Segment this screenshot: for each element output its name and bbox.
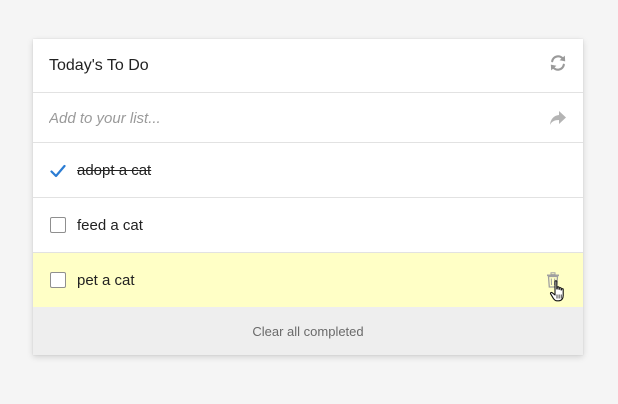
checkmark-icon[interactable] bbox=[50, 163, 66, 179]
clear-completed-button[interactable]: Clear all completed bbox=[252, 324, 363, 339]
hand-pointer-icon bbox=[549, 280, 564, 302]
add-item-input[interactable] bbox=[49, 105, 509, 131]
list-item-label: feed a cat bbox=[77, 216, 143, 234]
footer: Clear all completed bbox=[33, 307, 583, 355]
refresh-icon[interactable] bbox=[548, 53, 568, 73]
checkbox[interactable] bbox=[50, 217, 66, 233]
list-item-highlighted[interactable]: pet a cat bbox=[33, 253, 583, 307]
add-item-row bbox=[33, 93, 583, 143]
list-item-label: pet a cat bbox=[77, 271, 135, 289]
share-arrow-icon[interactable] bbox=[548, 108, 568, 128]
page-title: Today's To Do bbox=[49, 56, 149, 74]
todo-header: Today's To Do bbox=[33, 39, 583, 93]
list-item[interactable]: adopt a cat bbox=[33, 143, 583, 198]
list-item-label: adopt a cat bbox=[77, 161, 152, 179]
list-item[interactable]: feed a cat bbox=[33, 198, 583, 253]
checkbox[interactable] bbox=[50, 272, 66, 288]
todo-card: Today's To Do adopt a cat feed a cat pet… bbox=[33, 39, 583, 355]
